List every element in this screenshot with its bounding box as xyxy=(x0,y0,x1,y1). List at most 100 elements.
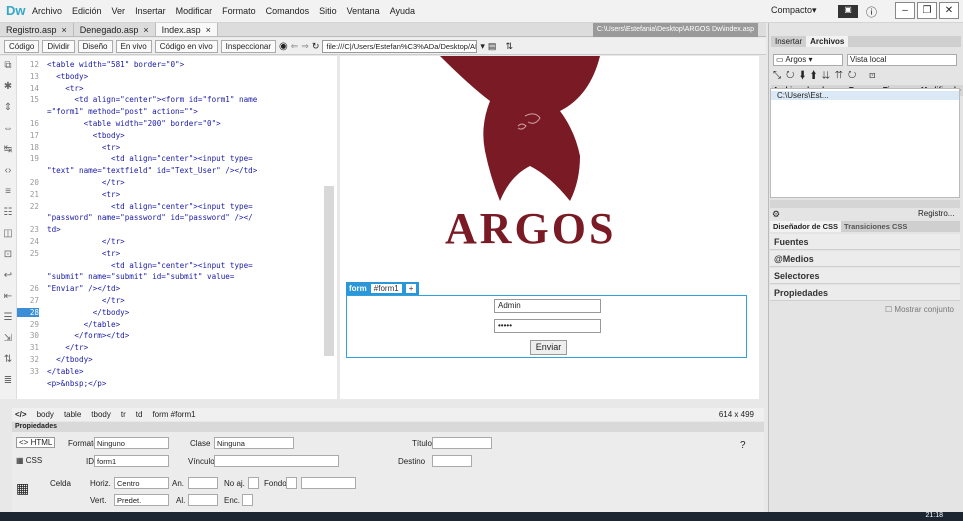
menu-item[interactable]: Archivo xyxy=(32,6,62,16)
code-line[interactable]: <td align="center"><form id="form1" name xyxy=(47,95,257,104)
target-select[interactable] xyxy=(432,455,472,467)
forward-icon[interactable]: ⇒ xyxy=(301,41,309,52)
nowrap-checkbox[interactable] xyxy=(248,477,259,489)
horz-select[interactable]: Centro xyxy=(114,477,169,489)
code-line[interactable]: "Enviar" /></td> xyxy=(47,284,120,293)
code-line[interactable]: <table width="581" border="0"> xyxy=(47,60,184,69)
tab-registro[interactable]: Registro.asp × xyxy=(0,23,74,36)
format-select[interactable]: Ninguno xyxy=(94,437,169,449)
menu-item[interactable]: Ayuda xyxy=(390,6,415,16)
id-select[interactable]: form1 xyxy=(94,455,169,467)
username-input[interactable]: Admin xyxy=(494,299,601,313)
code-editor[interactable]: 12 <table width="581" border="0"> 13 <tbod… xyxy=(17,56,337,399)
width-field[interactable] xyxy=(188,477,218,489)
section-fuentes[interactable]: Fuentes xyxy=(770,234,960,250)
file-root-row[interactable]: C:\Users\Est... xyxy=(771,91,959,100)
help-icon[interactable]: ? xyxy=(740,440,746,451)
code-toggle-icon[interactable]: </> xyxy=(15,410,27,419)
code-line[interactable]: <tr> xyxy=(47,190,120,199)
code-line[interactable]: </tr> xyxy=(47,296,125,305)
tag-tr[interactable]: tr xyxy=(121,410,126,419)
asterisk-icon[interactable]: ✱ xyxy=(0,81,16,98)
tag-table[interactable]: table xyxy=(64,410,81,419)
tab-denegado[interactable]: Denegado.asp × xyxy=(74,23,156,36)
file-toolbar[interactable]: ⤡↻⬇⬆⇊⇈↻ ⊡ xyxy=(773,70,881,81)
code-line[interactable]: <tbody> xyxy=(47,72,88,81)
tag-td[interactable]: td xyxy=(136,410,143,419)
view-options-icon[interactable]: ▤ xyxy=(488,41,497,52)
menu-item[interactable]: Ver xyxy=(112,6,126,16)
code-line[interactable]: </tr> xyxy=(47,343,88,352)
sort-icon[interactable]: ⇅ xyxy=(505,41,513,52)
tag-body[interactable]: body xyxy=(37,410,54,419)
view-select[interactable]: Vista local xyxy=(847,54,957,66)
window-size[interactable]: 614 x 499 xyxy=(719,410,754,419)
design-view-button[interactable]: Diseño xyxy=(77,39,113,53)
css-mode-button[interactable]: ▦ CSS xyxy=(16,456,42,465)
close-button[interactable]: ✕ xyxy=(939,2,959,19)
code-line[interactable]: "submit" name="submit" id="submit" value… xyxy=(47,272,234,281)
class-select[interactable]: Ninguna xyxy=(214,437,294,449)
align-icon[interactable]: ≣ xyxy=(0,375,16,392)
open-docs-icon[interactable]: ⧉ xyxy=(0,60,16,77)
inspect-button[interactable]: Inspeccionar xyxy=(220,39,277,53)
menu-item[interactable]: Modificar xyxy=(176,6,213,16)
menu-item[interactable]: Formato xyxy=(222,6,256,16)
code-line[interactable]: <tr> xyxy=(47,249,120,258)
tag-icon[interactable]: ‹› xyxy=(0,165,16,182)
restore-button[interactable]: ❐ xyxy=(917,2,937,19)
menu-item[interactable]: Edición xyxy=(72,6,102,16)
code-line[interactable]: <tbody> xyxy=(47,131,125,140)
header-checkbox[interactable] xyxy=(242,494,253,506)
url-field[interactable]: file:///C|/Users/Estefan%C3%ADa/Desktop/… xyxy=(322,39,478,53)
menu-item[interactable]: Comandos xyxy=(266,6,310,16)
collapse-icon[interactable]: ⇔ xyxy=(0,123,16,140)
code-line[interactable]: ="form1" method="post" action=""> xyxy=(47,107,198,116)
submit-button[interactable]: Enviar xyxy=(530,340,567,355)
code-line[interactable]: <td align="center"><input type= xyxy=(47,154,253,163)
section-propiedades[interactable]: Propiedades xyxy=(770,285,960,301)
height-field[interactable] xyxy=(188,494,218,506)
workspace-icon[interactable]: ▣ xyxy=(838,5,858,18)
chevron-down-icon[interactable]: ▾ xyxy=(480,41,485,52)
tab-css-transitions[interactable]: Transiciones CSS xyxy=(841,221,910,232)
live-code-button[interactable]: Código en vivo xyxy=(154,39,218,53)
expand-icon[interactable]: ⇕ xyxy=(0,102,16,119)
code-line[interactable]: "password" name="password" id="password"… xyxy=(47,213,253,222)
indent-icon[interactable]: ↹ xyxy=(0,144,16,161)
refresh-icon[interactable]: ↻ xyxy=(312,41,320,52)
tag-tbody[interactable]: tbody xyxy=(91,410,111,419)
info-icon[interactable]: ⓘ xyxy=(866,4,877,20)
snippet-icon[interactable]: ⊡ xyxy=(0,249,16,266)
code-line[interactable]: </tr> xyxy=(47,237,125,246)
minimize-button[interactable]: – xyxy=(895,2,915,19)
tag-form[interactable]: form #form1 xyxy=(152,410,195,419)
bg-field[interactable] xyxy=(301,477,356,489)
vert-select[interactable]: Predet. xyxy=(114,494,169,506)
close-icon[interactable]: × xyxy=(62,25,67,35)
layout-selector[interactable]: Compacto ▾ xyxy=(768,5,818,19)
code-line[interactable]: <td align="center"><input type= xyxy=(47,202,253,211)
globe-icon[interactable]: ◉ xyxy=(279,41,288,52)
numbers-icon[interactable]: ≡ xyxy=(0,186,16,203)
code-view-button[interactable]: Código xyxy=(4,39,40,53)
back-icon[interactable]: ⇐ xyxy=(291,41,299,52)
outdent-icon[interactable]: ⇤ xyxy=(0,291,16,308)
tab-index[interactable]: Index.asp × xyxy=(155,23,218,36)
files-hscroll[interactable] xyxy=(770,200,960,208)
tab-archivos[interactable]: Archivos xyxy=(806,36,849,47)
section-selectores[interactable]: Selectores xyxy=(770,268,960,284)
show-set-checkbox[interactable]: ☐ Mostrar conjunto xyxy=(885,305,954,314)
code-line[interactable]: <tr> xyxy=(47,84,83,93)
format-icon[interactable]: ☰ xyxy=(0,312,16,329)
code-line[interactable]: td> xyxy=(47,225,61,234)
live-view-button[interactable]: En vivo xyxy=(115,39,152,53)
move-icon[interactable]: ⇲ xyxy=(0,333,16,350)
menu-item[interactable]: Insertar xyxy=(135,6,166,16)
menu-item[interactable]: Ventana xyxy=(347,6,380,16)
add-icon[interactable]: + xyxy=(405,284,417,293)
password-input[interactable]: ••••• xyxy=(494,319,601,333)
highlight-icon[interactable]: ☷ xyxy=(0,207,16,224)
bg-swatch[interactable] xyxy=(286,477,297,489)
close-icon[interactable]: × xyxy=(206,25,211,35)
